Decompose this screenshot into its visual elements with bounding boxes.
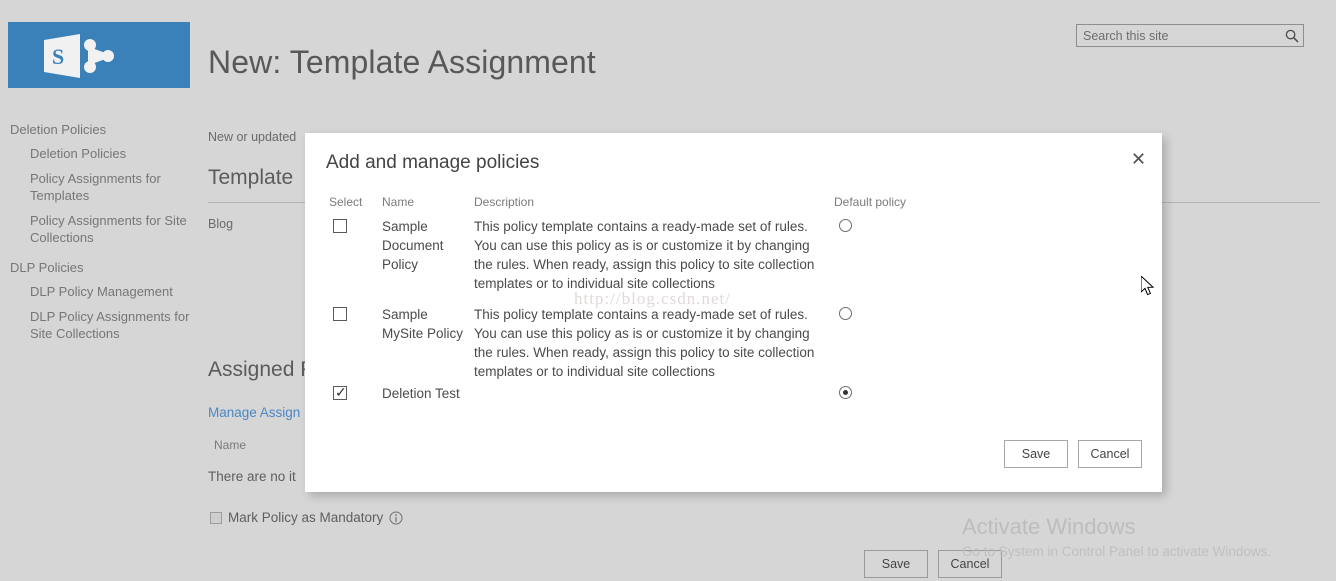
sharepoint-logo-tile[interactable]: S	[8, 22, 190, 88]
row-default-policy-radio[interactable]	[839, 219, 852, 237]
dialog-cancel-button[interactable]: Cancel	[1078, 440, 1142, 468]
search-box[interactable]	[1076, 24, 1304, 47]
search-input[interactable]	[1077, 28, 1281, 43]
assigned-list-empty-message: There are no it	[208, 469, 296, 484]
dialog-save-button[interactable]: Save	[1004, 440, 1068, 468]
policy-name: Sample Document Policy	[382, 219, 444, 272]
mark-policy-mandatory-checkbox[interactable]	[210, 511, 222, 524]
manage-assignments-link[interactable]: Manage Assign	[208, 405, 300, 420]
column-header-default-policy: Default policy	[834, 195, 907, 209]
sidebar-item-dlp-policy-assignments[interactable]: DLP Policy Assignments for Site Collecti…	[0, 304, 190, 346]
policy-name: Sample MySite Policy	[382, 307, 464, 341]
add-manage-policies-dialog: Add and manage policies Select Name Desc…	[305, 133, 1162, 492]
sharepoint-logo: S	[44, 34, 114, 78]
sidebar-item-policy-assignments-site-collections[interactable]: Policy Assignments for Site Collections	[0, 208, 190, 250]
search-icon[interactable]	[1281, 29, 1303, 43]
column-header-select: Select	[329, 195, 363, 209]
svg-text:S: S	[52, 44, 64, 69]
activate-windows-title: Activate Windows	[962, 514, 1136, 539]
checkbox-checked-icon[interactable]	[333, 383, 347, 401]
policies-table-header: Select Name Description Default policy	[305, 195, 1162, 217]
policies-table: Select Name Description Default policy S…	[305, 195, 1162, 424]
policy-description: This policy template contains a ready-ma…	[474, 307, 815, 379]
sidebar-item-deletion-policies[interactable]: Deletion Policies	[0, 141, 190, 166]
row-select-checkbox[interactable]	[333, 383, 347, 405]
activate-windows-watermark: Activate Windows Go to System in Control…	[962, 514, 1271, 562]
form-cancel-button[interactable]: Cancel	[938, 550, 1002, 578]
row-default-policy-radio[interactable]	[839, 386, 852, 404]
sidebar-group-deletion-policies[interactable]: Deletion Policies	[0, 118, 200, 141]
mark-policy-mandatory-label: Mark Policy as Mandatory	[228, 510, 384, 525]
form-action-buttons: Save Cancel	[864, 550, 1002, 578]
activate-windows-subtitle: Go to System in Control Panel to activat…	[962, 544, 1272, 559]
policy-description: This policy template contains a ready-ma…	[474, 219, 815, 291]
sidebar-item-dlp-policy-management[interactable]: DLP Policy Management	[0, 279, 190, 304]
assigned-list-column-name: Name	[214, 438, 247, 452]
sidebar-item-policy-assignments-templates[interactable]: Policy Assignments for Templates	[0, 166, 190, 208]
policy-name: Deletion Test	[382, 386, 460, 401]
sidebar: Deletion Policies Deletion Policies Poli…	[0, 118, 200, 346]
row-select-checkbox[interactable]	[333, 219, 347, 238]
info-icon[interactable]	[389, 511, 403, 525]
close-icon[interactable]	[1124, 145, 1152, 171]
row-select-checkbox[interactable]	[333, 307, 347, 326]
dialog-title: Add and manage policies	[326, 152, 540, 173]
dialog-action-buttons: Save Cancel	[1004, 440, 1142, 468]
column-header-name: Name	[382, 195, 415, 209]
table-row: Sample Document Policy This policy templ…	[305, 217, 1162, 305]
checkbox-unchecked-icon[interactable]	[333, 307, 347, 321]
form-save-button[interactable]: Save	[864, 550, 928, 578]
mark-policy-mandatory-row[interactable]: Mark Policy as Mandatory	[210, 510, 403, 525]
column-header-description: Description	[474, 195, 535, 209]
row-default-policy-radio[interactable]	[839, 307, 852, 325]
table-row: Deletion Test	[305, 383, 1162, 424]
radio-selected-icon[interactable]	[839, 386, 852, 399]
checkbox-unchecked-icon[interactable]	[333, 219, 347, 233]
radio-unselected-icon[interactable]	[839, 307, 852, 320]
sidebar-group-dlp-policies[interactable]: DLP Policies	[0, 256, 200, 279]
page-title: New: Template Assignment	[208, 44, 596, 80]
table-row: Sample MySite Policy This policy templat…	[305, 305, 1162, 384]
radio-unselected-icon[interactable]	[839, 219, 852, 232]
